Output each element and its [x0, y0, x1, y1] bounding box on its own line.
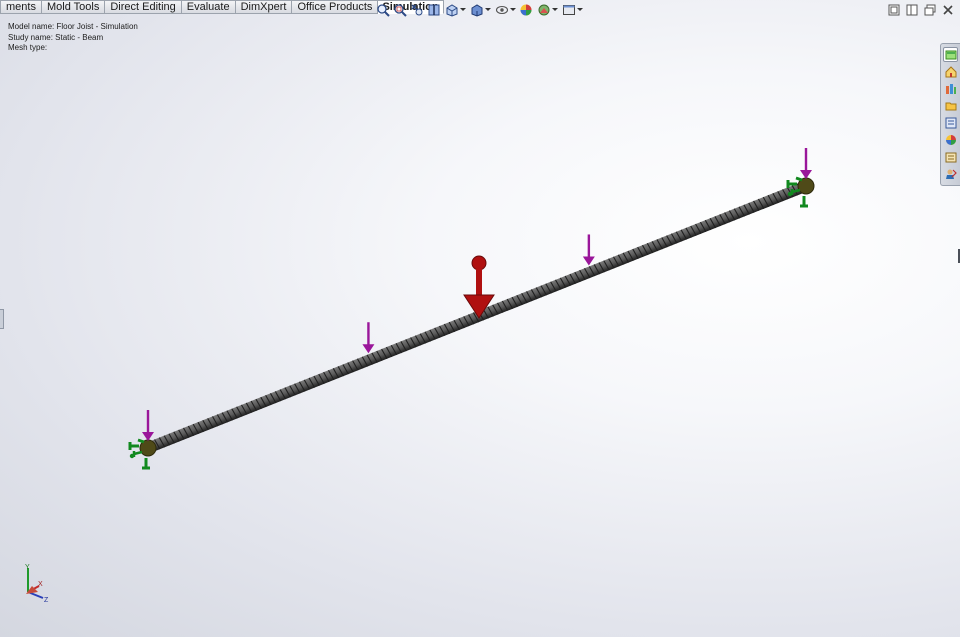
restore-window-button[interactable] [923, 3, 936, 16]
close-window-icon [942, 4, 953, 15]
triad-x-label: X [38, 581, 43, 588]
triad-y-label: Y [25, 564, 30, 571]
edit-appearance-button[interactable] [518, 2, 534, 18]
heads-up-view-toolbar [375, 1, 585, 18]
edit-appearance-icon [520, 4, 532, 15]
load-arrow[interactable] [142, 410, 154, 441]
window-controls [887, 3, 954, 16]
task-pane-custom-properties[interactable] [943, 149, 958, 164]
task-pane-solidworks-resources[interactable] [943, 64, 958, 79]
task-pane-design-library[interactable] [943, 81, 958, 96]
design-library-icon [945, 83, 956, 94]
simulation-advisor-icon [945, 50, 956, 59]
custom-properties-icon [945, 152, 956, 162]
view-settings-button[interactable] [560, 2, 584, 18]
load-arrow[interactable] [362, 322, 375, 354]
task-pane-view-palette[interactable] [943, 115, 958, 130]
triad-z-label: Z [44, 597, 49, 604]
study-name-line: Study name: Static - Beam [8, 33, 138, 44]
view-settings-icon [562, 4, 575, 15]
task-pane-file-explorer[interactable] [943, 98, 958, 113]
graphics-area[interactable] [0, 0, 960, 637]
mesh-type-line: Mesh type: [8, 43, 138, 54]
close-window-button[interactable] [941, 3, 954, 16]
apply-scene-icon [538, 4, 549, 15]
load-arrow[interactable] [800, 148, 812, 179]
section-view-icon [428, 4, 440, 15]
tab-office-products[interactable]: Office Products [292, 0, 379, 14]
appearances-scenes-icon [945, 134, 956, 145]
view-orientation-button[interactable] [443, 2, 467, 18]
tab-evaluate[interactable]: Evaluate [181, 0, 236, 14]
tile-vertical-button[interactable] [905, 3, 918, 16]
reference-triad: Y X Z [25, 564, 49, 604]
beam-mesh[interactable] [146, 181, 808, 453]
model-info-annotation: Model name: Floor Joist - Simulation Stu… [8, 22, 138, 54]
zoom-to-fit-icon [377, 3, 390, 17]
hide-show-items-button[interactable] [493, 2, 517, 18]
tab-dimxpert[interactable]: DimXpert [235, 0, 293, 14]
mesh-type-label: Mesh type: [8, 43, 48, 52]
load-arrow[interactable] [582, 234, 595, 266]
previous-view-icon [411, 4, 423, 15]
display-style-button[interactable] [468, 2, 492, 18]
beam-body [147, 181, 808, 452]
view-palette-icon [945, 117, 956, 128]
zoom-to-area-button[interactable] [392, 2, 408, 18]
tile-vertical-icon [906, 4, 917, 15]
task-pane-tabs [940, 43, 960, 186]
tab-direct-editing[interactable]: Direct Editing [105, 0, 182, 14]
feature-manager-grip[interactable] [0, 309, 4, 329]
task-pane-appearances-scenes[interactable] [943, 132, 958, 147]
solidworks-window: ments Mold Tools Direct Editing Evaluate… [0, 0, 960, 637]
tab-mold-tools[interactable]: Mold Tools [41, 0, 106, 14]
apply-scene-button[interactable] [535, 2, 559, 18]
solidworks-resources-icon [945, 65, 956, 77]
model-name-line: Model name: Floor Joist - Simulation [8, 22, 138, 33]
study-name-label: Study name: [8, 32, 53, 42]
tile-horizontal-button[interactable] [887, 3, 900, 16]
view-orientation-icon [446, 3, 457, 17]
task-pane-simulation-study-advisor[interactable] [943, 166, 958, 181]
task-pane-simulation-advisor[interactable] [943, 47, 958, 62]
tab-assemblies[interactable]: ments [0, 0, 42, 14]
zoom-to-area-icon [394, 3, 407, 17]
restore-window-icon [924, 4, 935, 15]
tile-horizontal-icon [888, 4, 899, 15]
study-name-value: Static - Beam [55, 32, 104, 42]
simulation-study-advisor-icon [945, 169, 957, 179]
zoom-to-fit-button[interactable] [375, 2, 391, 18]
display-style-icon [471, 3, 482, 17]
fixture-left[interactable] [128, 438, 157, 470]
model-name-label: Model name: [8, 22, 55, 31]
model-name-value: Floor Joist - Simulation [56, 22, 138, 31]
hide-show-items-icon [495, 5, 508, 14]
file-explorer-icon [945, 102, 956, 110]
previous-view-button[interactable] [409, 2, 425, 18]
fixture-right[interactable] [786, 176, 815, 208]
section-view-button[interactable] [426, 2, 442, 18]
